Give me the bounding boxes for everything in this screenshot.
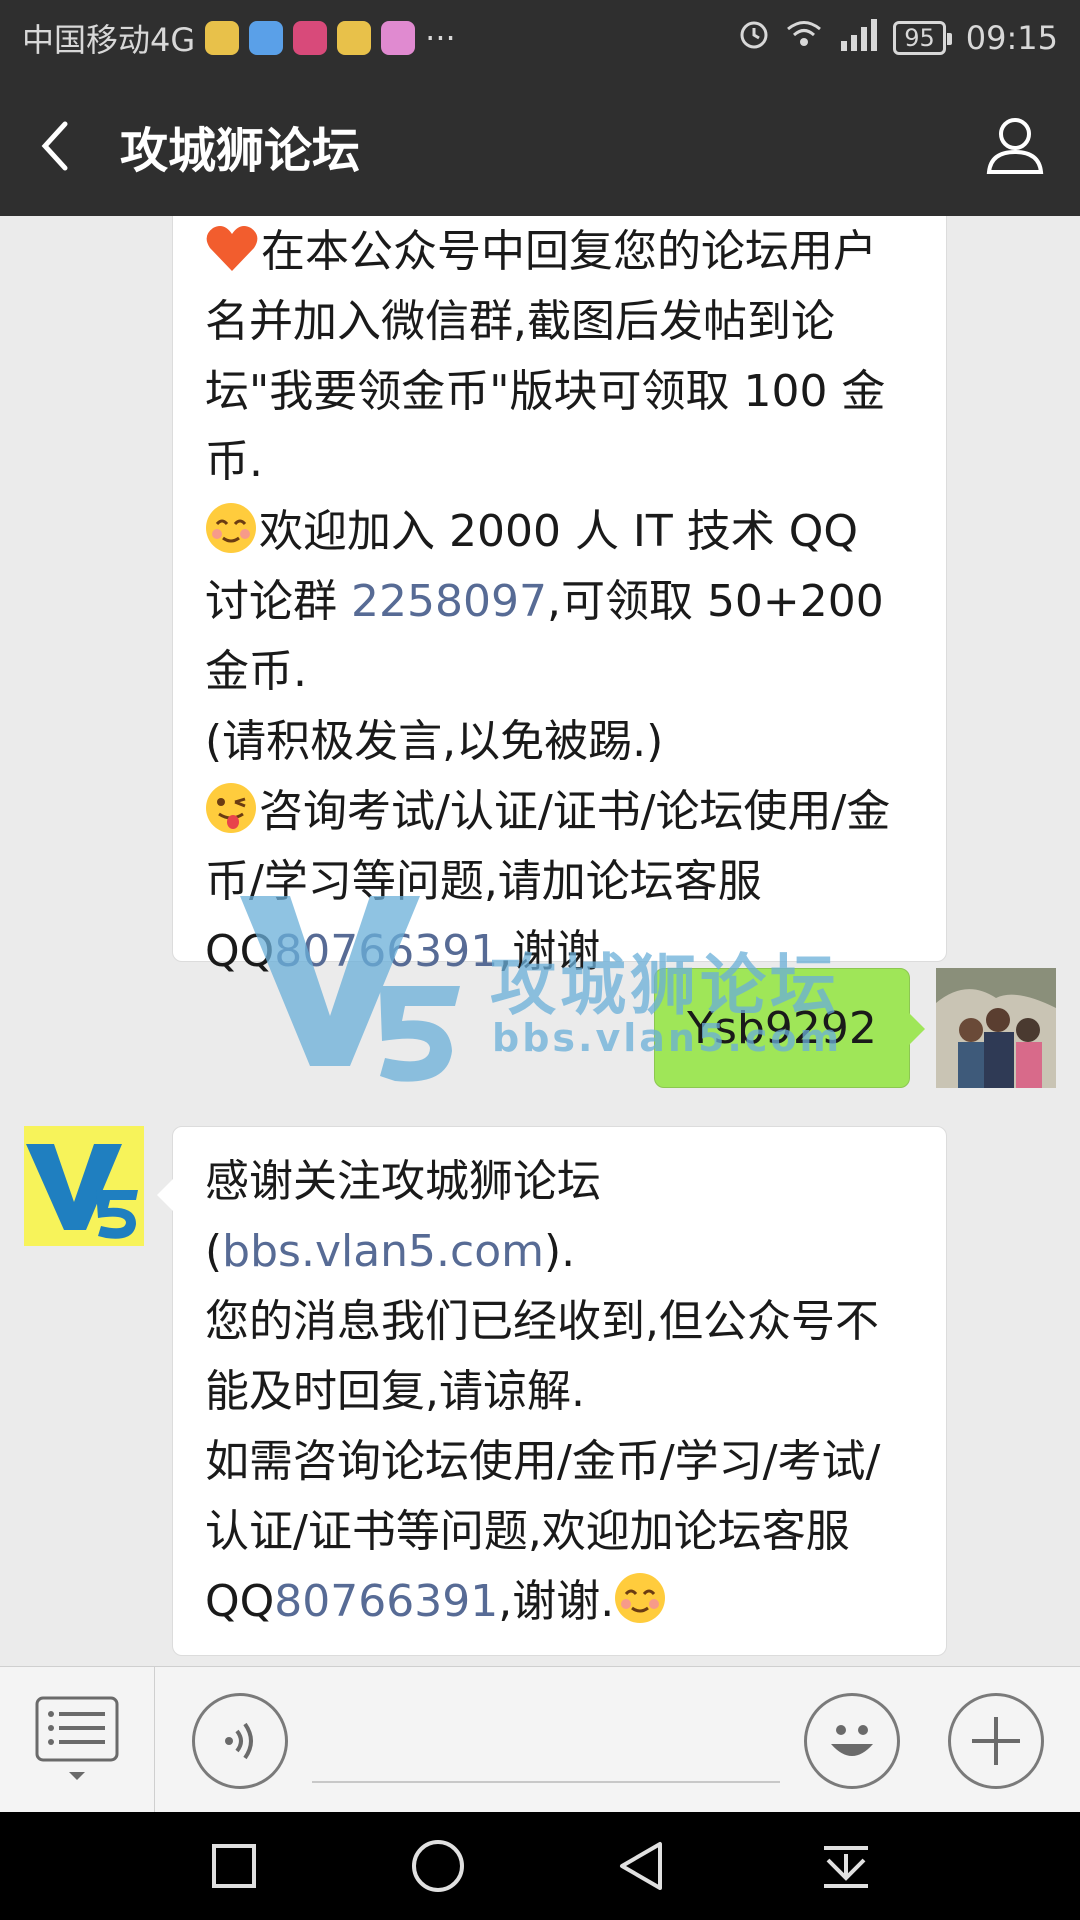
v5-avatar-logo-icon [24, 1126, 144, 1246]
notification-pulldown-button[interactable] [818, 1838, 874, 1894]
notification-app-icon [249, 21, 284, 55]
page-title: 攻城狮论坛 [120, 123, 361, 179]
sent-message[interactable]: Ysb9292 [654, 968, 925, 1088]
chat-area[interactable]: 在本公众号中回复您的论坛用户名并加入微信群,截图后发帖到论坛"我要领金币"版块可… [0, 216, 1080, 1666]
avatar[interactable] [936, 968, 1056, 1088]
message-text: 咨询考试/认证/证书/论坛使用/金币/学习等问题,请加论坛客服 [205, 786, 891, 907]
status-bar: 中国移动4G ··· 95 09:15 [0, 0, 1080, 76]
square-icon [212, 1844, 256, 1888]
emoji-button[interactable] [804, 1693, 900, 1789]
recents-button[interactable] [206, 1838, 262, 1894]
person-icon [986, 118, 1044, 174]
voice-icon [225, 1722, 253, 1760]
battery-indicator: 95 [893, 21, 952, 55]
forum-url-link[interactable]: bbs.vlan5.com [222, 1226, 544, 1277]
smile-emoji-icon [206, 503, 256, 553]
triangle-back-icon [620, 1842, 662, 1890]
message-text: (请积极发言,以免被踢.) [205, 716, 664, 767]
notification-app-icon [293, 21, 328, 55]
home-button[interactable] [410, 1838, 466, 1894]
qq-service-link[interactable]: 80766391 [274, 926, 498, 977]
back-nav-button[interactable] [614, 1838, 670, 1894]
plus-button[interactable] [948, 1693, 1044, 1789]
message-text: 您的消息我们已经收到,但公众号不能及时回复,请谅解. [205, 1296, 879, 1417]
qq-service-link[interactable]: 80766391 [274, 1576, 498, 1627]
voice-button[interactable] [192, 1693, 288, 1789]
back-button[interactable] [0, 76, 110, 216]
notification-app-icon [205, 21, 240, 55]
notification-app-icon [337, 21, 372, 55]
pulldown-icon [824, 1846, 868, 1888]
wifi-icon [785, 19, 823, 57]
message-text: ,谢谢. [498, 1576, 615, 1627]
message-text: ). [544, 1226, 576, 1277]
avatar[interactable] [24, 1126, 144, 1246]
profile-button[interactable] [950, 76, 1080, 216]
message-text: QQ [205, 926, 275, 977]
input-bar [0, 1666, 1080, 1813]
system-nav-bar [0, 1812, 1080, 1920]
circle-icon [412, 1840, 464, 1892]
qq-group-link[interactable]: 2258097 [351, 576, 547, 627]
signal-icon [837, 17, 879, 59]
user-photo-icon [936, 968, 1056, 1088]
clock: 09:15 [965, 19, 1058, 57]
message-text: ,谢谢 [498, 926, 601, 977]
notification-app-icon [381, 21, 416, 55]
message-text: Ysb9292 [687, 1002, 877, 1054]
received-message[interactable]: 在本公众号中回复您的论坛用户名并加入微信群,截图后发帖到论坛"我要领金币"版块可… [172, 216, 947, 977]
more-notifications-icon: ··· [425, 19, 456, 57]
smile-emoji-icon [615, 1573, 666, 1623]
carrier-label: 中国移动4G [22, 21, 196, 59]
received-message[interactable]: 感谢关注攻城狮论坛(bbs.vlan5.com). 您的消息我们已经收到,但公众… [157, 1126, 947, 1656]
chevron-left-icon [41, 121, 68, 171]
message-text: 在本公众号中回复您的论坛用户名并加入微信群,截图后发帖到论坛"我要领金币"版块可… [205, 226, 886, 487]
plus-icon [972, 1717, 1020, 1765]
heart-emoji-icon [206, 226, 258, 271]
title-bar: 攻城狮论坛 [0, 76, 1080, 216]
message-input[interactable] [312, 1707, 780, 1783]
list-menu-icon [35, 1696, 119, 1780]
wink-tongue-emoji-icon [206, 783, 256, 833]
alarm-icon [737, 17, 771, 59]
menu-toggle-button[interactable] [0, 1667, 155, 1813]
emoji-icon [831, 1725, 873, 1756]
